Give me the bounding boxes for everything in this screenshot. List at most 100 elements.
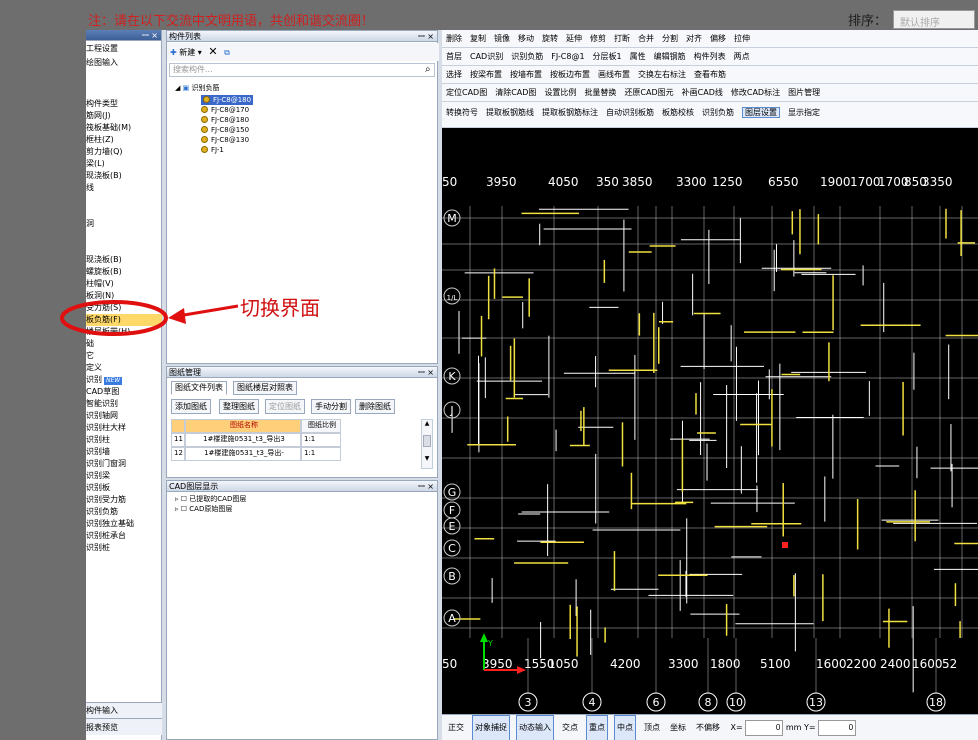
nav-item[interactable]: 识别梁 [86, 470, 162, 482]
nav-item[interactable]: 识别 NEW [86, 374, 162, 386]
dropdown-arrow-icon[interactable]: ▾ [198, 48, 202, 57]
toolbar-button[interactable]: 打断 [614, 34, 630, 43]
toolbar-button[interactable]: 查看布筋 [694, 70, 726, 79]
toolbar-button[interactable]: 板筋校核 [662, 108, 694, 117]
toolbar-button[interactable]: 按墙布置 [510, 70, 542, 79]
toolbar-button[interactable]: 拉伸 [734, 34, 750, 43]
toolbar-button[interactable]: 偏移 [710, 34, 726, 43]
tree-item[interactable]: FJ-C8@170 [201, 105, 249, 115]
nav-item[interactable]: 识别柱 [86, 434, 162, 446]
component-list-pin-icon[interactable]: ꟷ × [418, 31, 434, 42]
status-toggle[interactable]: 对象捕捉 [472, 715, 510, 740]
expand-icon[interactable]: ▹ [175, 505, 179, 513]
tree-item[interactable]: FJ-C8@180 [201, 115, 249, 125]
nav-item[interactable]: 识别柱大样 [86, 422, 162, 434]
toolbar-button[interactable]: 属性 [630, 52, 646, 61]
toolbar-button[interactable]: 批量替换 [584, 88, 616, 97]
drawing-pin-icon[interactable]: ꟷ × [418, 367, 434, 378]
nav-item[interactable]: 梁(L) [86, 158, 162, 170]
scroll-thumb[interactable] [423, 435, 431, 447]
copy-icon[interactable]: ⧉ [224, 48, 230, 57]
toolbar-button[interactable]: 图片管理 [788, 88, 820, 97]
expand-icon[interactable]: ▹ [175, 495, 179, 503]
x-input[interactable] [745, 719, 784, 736]
delete-drawing-button[interactable]: 删除图纸 [355, 399, 395, 414]
toolbar-button[interactable]: 还原CAD图元 [624, 88, 673, 97]
table-cell-scale[interactable]: 1:1 [301, 433, 341, 447]
manual-split-button[interactable]: 手动分割 [311, 399, 351, 414]
add-drawing-button[interactable]: 添加图纸 [171, 399, 211, 414]
nav-item[interactable]: 它 [86, 350, 162, 362]
layer-item-extracted[interactable]: ▹ ☐ 已提取的CAD图层 [175, 494, 246, 504]
sort-select[interactable]: 默认排序 [893, 10, 975, 29]
toolbar-button[interactable]: 对齐 [686, 34, 702, 43]
nav-item[interactable]: 线 [86, 182, 162, 194]
tree-item[interactable]: FJ-C8@130 [201, 135, 249, 145]
table-cell-name[interactable]: 1#楼建施0531_t3_导出- [185, 447, 301, 461]
toolbar-button[interactable]: 首层 [446, 52, 462, 61]
toolbar-button[interactable]: 分割 [662, 34, 678, 43]
toolbar-button[interactable]: 识别负筋 [511, 52, 543, 61]
table-cell-scale[interactable]: 1:1 [301, 447, 341, 461]
nav-item[interactable]: 筏板基础(M) [86, 122, 162, 134]
tree-item[interactable]: FJ-C8@180 [201, 95, 254, 105]
toolbar-button[interactable]: FJ-C8@1 [551, 52, 584, 61]
tree-item[interactable]: FJ-C8@150 [201, 125, 249, 135]
nav-item[interactable]: 智能识别 [86, 398, 162, 410]
status-toggle[interactable]: 坐标 [668, 716, 688, 740]
arrange-drawing-button[interactable]: 整理图纸 [219, 399, 259, 414]
status-toggle[interactable]: 顶点 [642, 716, 662, 740]
new-icon[interactable]: ✚ [170, 48, 177, 57]
nav-item[interactable]: 识别板 [86, 482, 162, 494]
toolbar-button[interactable]: 选择 [446, 70, 462, 79]
scroll-up-icon[interactable]: ▲ [422, 420, 432, 427]
cad-canvas[interactable]: 50 3950 4050 350 3850 3300 1250 6550 1900 1700 170… [442, 128, 978, 714]
toolbar-button[interactable]: 两点 [734, 52, 750, 61]
status-toggle[interactable]: 正交 [446, 716, 466, 740]
toolbar-button[interactable]: 画线布置 [598, 70, 630, 79]
toolbar-button[interactable]: 提取板钢筋线 [486, 108, 534, 117]
toolbar-button[interactable]: 旋转 [542, 34, 558, 43]
collapse-icon[interactable]: ◢ [175, 84, 180, 92]
y-input[interactable] [818, 719, 857, 736]
toolbar-button[interactable]: 按梁布置 [470, 70, 502, 79]
nav-item[interactable]: 剪力墙(Q) [86, 146, 162, 158]
tab-drawing-list[interactable]: 图纸文件列表 [171, 381, 227, 395]
nav-item[interactable]: 现浇板(B) [86, 170, 162, 182]
table-cell-name[interactable]: 1#楼建施0531_t3_导出3 [185, 433, 301, 447]
toolbar-button[interactable]: 修改CAD标注 [731, 88, 780, 97]
nav-bottom-report-preview[interactable]: 报表预览 [86, 718, 162, 735]
toolbar-button[interactable]: 自动识别板筋 [606, 108, 654, 117]
status-toggle[interactable]: 中点 [614, 715, 636, 740]
status-toggle[interactable]: 不偏移 [694, 716, 722, 740]
nav-item[interactable]: 绘图输入 [86, 57, 162, 69]
toolbar-button[interactable]: 按板边布置 [550, 70, 590, 79]
table-cell-no[interactable]: 12 [171, 447, 185, 461]
nav-item[interactable]: 柱帽(V) [86, 278, 162, 290]
toolbar-button[interactable]: 显示指定 [788, 108, 820, 117]
status-toggle[interactable]: 动态输入 [516, 715, 554, 740]
nav-item[interactable]: 现浇板(B) [86, 254, 162, 266]
nav-item[interactable]: 构件类型 [86, 98, 162, 110]
toolbar-button[interactable]: 识别负筋 [702, 108, 734, 117]
toolbar-button[interactable]: CAD识别 [470, 52, 503, 61]
toolbar-button[interactable]: 设置比例 [544, 88, 576, 97]
nav-item[interactable]: 工程设置 [86, 43, 162, 55]
toolbar-button[interactable]: 删除 [446, 34, 462, 43]
tree-item[interactable]: FJ-1 [201, 145, 224, 155]
tab-floor-mapping[interactable]: 图纸楼层对照表 [233, 381, 297, 395]
nav-item[interactable]: 定义 [86, 362, 162, 374]
scroll-down-icon[interactable]: ▼ [422, 455, 432, 462]
nav-item[interactable]: 识别桩承台 [86, 530, 162, 542]
nav-item[interactable]: 识别受力筋 [86, 494, 162, 506]
checkbox-icon[interactable]: ☐ [181, 505, 187, 513]
toolbar-button[interactable]: 分层板1 [593, 52, 622, 61]
tree-root[interactable]: ◢ ▣ 识别负筋 [175, 83, 219, 93]
toolbar-button[interactable]: 交换左右标注 [638, 70, 686, 79]
new-button[interactable]: 新建 [179, 48, 195, 57]
toolbar-button[interactable]: 延伸 [566, 34, 582, 43]
nav-item[interactable]: 框柱(Z) [86, 134, 162, 146]
status-toggle[interactable]: 重点 [586, 715, 608, 740]
toolbar-button[interactable]: 定位CAD图 [446, 88, 487, 97]
nav-item[interactable]: 识别独立基础 [86, 518, 162, 530]
